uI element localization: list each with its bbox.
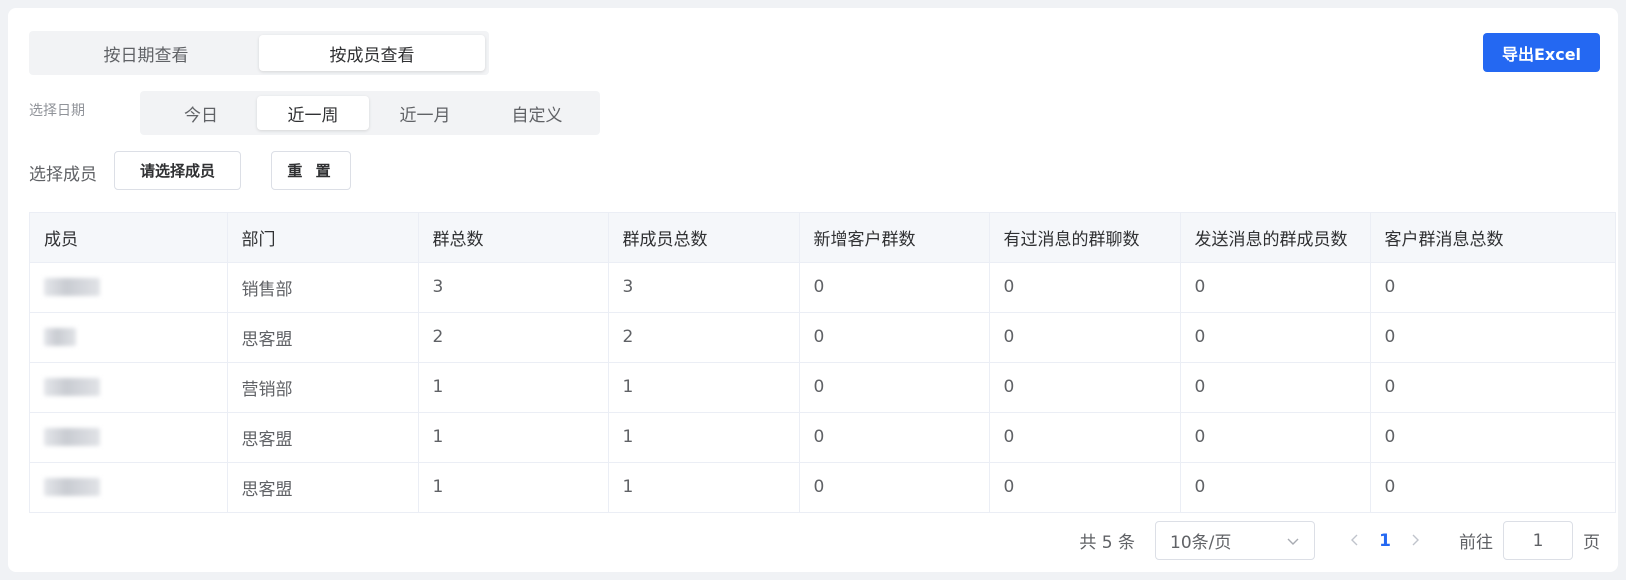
table-cell: 0: [1180, 262, 1371, 313]
pagination-total: 共 5 条: [1079, 533, 1135, 553]
column-header: 发送消息的群成员数: [1180, 213, 1371, 263]
table-cell: 2: [608, 312, 800, 363]
page-unit-label: 页: [1583, 533, 1600, 553]
date-option-month[interactable]: 近一月: [369, 96, 481, 130]
table-cell: 0: [799, 362, 990, 413]
blurred-member-name: [44, 428, 100, 446]
table-cell: 0: [1370, 362, 1615, 413]
tab-by-date[interactable]: 按日期查看: [33, 35, 259, 71]
table-cell: 0: [799, 462, 990, 513]
table-cell: 0: [989, 462, 1181, 513]
blurred-member-name: [44, 278, 100, 296]
chevron-down-icon: [1287, 538, 1299, 545]
table-cell: 1: [418, 412, 609, 463]
table-row: 思客盟 2 2 0 0 0 0: [30, 312, 1615, 363]
page-size-select[interactable]: 10条/页: [1155, 521, 1315, 560]
column-header: 群总数: [418, 213, 609, 263]
table-cell: 思客盟: [227, 312, 419, 363]
tab-by-member[interactable]: 按成员查看: [259, 35, 485, 71]
member-cell: [30, 412, 228, 463]
prev-page-button[interactable]: [1345, 532, 1365, 550]
table-cell: 0: [1180, 412, 1371, 463]
member-cell: [30, 262, 228, 313]
table-cell: 0: [1180, 312, 1371, 363]
main-card: 按日期查看 按成员查看 导出Excel 选择日期 今日 近一周 近一月 自定义 …: [8, 8, 1618, 572]
date-option-week[interactable]: 近一周: [257, 96, 369, 130]
column-header: 新增客户群数: [799, 213, 990, 263]
column-header: 成员: [30, 213, 228, 263]
date-option-today[interactable]: 今日: [145, 96, 257, 130]
chevron-left-icon: [1351, 534, 1358, 545]
table-cell: 0: [1370, 412, 1615, 463]
reset-button[interactable]: 重 置: [271, 151, 351, 190]
next-page-button[interactable]: [1405, 532, 1425, 550]
goto-label: 前往: [1459, 533, 1493, 553]
table-row: 销售部 3 3 0 0 0 0: [30, 262, 1615, 313]
table-cell: 0: [799, 412, 990, 463]
table-cell: 0: [989, 312, 1181, 363]
stats-table: 成员 部门 群总数 群成员总数 新增客户群数 有过消息的群聊数 发送消息的群成员…: [29, 212, 1616, 513]
column-header: 有过消息的群聊数: [989, 213, 1181, 263]
table-row: 思客盟 1 1 0 0 0 0: [30, 412, 1615, 463]
blurred-member-name: [44, 328, 76, 346]
table-cell: 2: [418, 312, 609, 363]
table-cell: 1: [418, 462, 609, 513]
pagination: 共 5 条 10条/页 1 前往 页: [1079, 521, 1600, 560]
blurred-member-name: [44, 478, 100, 496]
table-cell: 0: [989, 262, 1181, 313]
table-cell: 3: [418, 262, 609, 313]
view-switch: 按日期查看 按成员查看: [29, 31, 489, 75]
table-cell: 思客盟: [227, 412, 419, 463]
page-size-value: 10条/页: [1170, 533, 1232, 553]
column-header: 部门: [227, 213, 419, 263]
table-cell: 0: [989, 362, 1181, 413]
table-cell: 1: [608, 462, 800, 513]
date-range-switch: 今日 近一周 近一月 自定义: [140, 91, 600, 135]
table-cell: 0: [1180, 362, 1371, 413]
table-cell: 3: [608, 262, 800, 313]
table-cell: 0: [1370, 312, 1615, 363]
table-cell: 0: [1370, 462, 1615, 513]
member-filter-label: 选择成员: [29, 165, 97, 185]
goto-page-input[interactable]: [1503, 521, 1573, 560]
member-cell: [30, 362, 228, 413]
column-header: 群成员总数: [608, 213, 800, 263]
table-header-row: 成员 部门 群总数 群成员总数 新增客户群数 有过消息的群聊数 发送消息的群成员…: [30, 213, 1615, 263]
blurred-member-name: [44, 378, 100, 396]
member-cell: [30, 462, 228, 513]
chevron-right-icon: [1412, 534, 1419, 545]
page-number-current[interactable]: 1: [1365, 531, 1405, 551]
table-cell: 营销部: [227, 362, 419, 413]
table-cell: 思客盟: [227, 462, 419, 513]
table-row: 思客盟 1 1 0 0 0 0: [30, 462, 1615, 513]
table-cell: 1: [608, 362, 800, 413]
table-cell: 0: [799, 312, 990, 363]
table-cell: 0: [1370, 262, 1615, 313]
table-cell: 0: [989, 412, 1181, 463]
select-member-button[interactable]: 请选择成员: [114, 151, 241, 190]
member-cell: [30, 312, 228, 363]
table-cell: 0: [799, 262, 990, 313]
table-cell: 1: [418, 362, 609, 413]
date-option-custom[interactable]: 自定义: [481, 96, 593, 130]
column-header: 客户群消息总数: [1370, 213, 1615, 263]
export-excel-button[interactable]: 导出Excel: [1483, 33, 1600, 72]
date-filter-label: 选择日期: [29, 103, 85, 119]
table-cell: 1: [608, 412, 800, 463]
table-cell: 0: [1180, 462, 1371, 513]
table-cell: 销售部: [227, 262, 419, 313]
table-row: 营销部 1 1 0 0 0 0: [30, 362, 1615, 413]
